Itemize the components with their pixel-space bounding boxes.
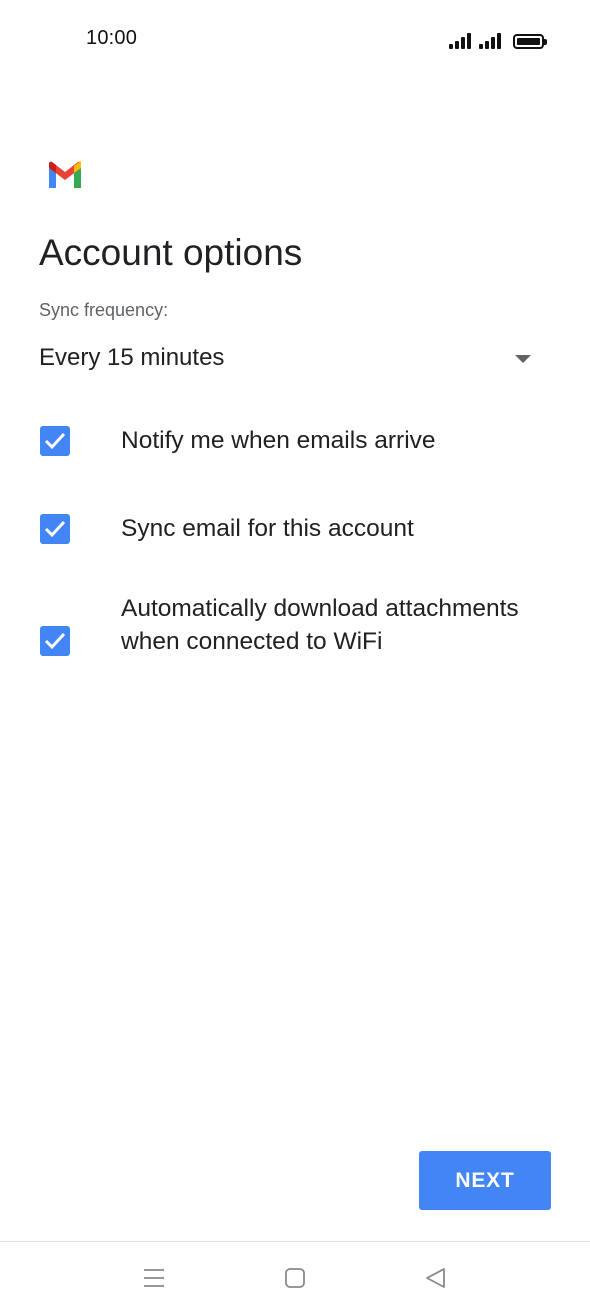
page-title: Account options [39, 232, 303, 273]
dropdown-arrow-icon [515, 355, 531, 363]
option-sync-email[interactable]: Sync email for this account [39, 512, 559, 548]
auto-download-label: Automatically download attachments when … [121, 595, 519, 655]
notify-label: Notify me when emails arrive [121, 427, 436, 454]
navigation-bar [0, 1241, 590, 1313]
auto-download-checkbox[interactable] [40, 626, 70, 656]
next-button[interactable]: NEXT [419, 1151, 551, 1210]
signal-icon [449, 33, 471, 49]
gmail-logo [46, 160, 84, 190]
sync-email-label: Sync email for this account [121, 515, 414, 542]
signal-icon [479, 33, 501, 49]
option-notify[interactable]: Notify me when emails arrive [39, 424, 559, 460]
option-auto-download[interactable]: Automatically download attachments when … [39, 591, 559, 693]
status-bar: 10:00 [0, 0, 590, 80]
sync-frequency-dropdown[interactable]: Every 15 minutes [39, 338, 539, 382]
sync-email-checkbox[interactable] [40, 514, 70, 544]
checkmark-icon [44, 632, 66, 650]
notify-checkbox[interactable] [40, 426, 70, 456]
checkmark-icon [44, 432, 66, 450]
sync-frequency-value: Every 15 minutes [39, 344, 225, 371]
back-icon[interactable] [422, 1264, 450, 1292]
status-icons [449, 29, 547, 49]
checkmark-icon [44, 520, 66, 538]
home-icon[interactable] [281, 1264, 309, 1292]
sync-frequency-label: Sync frequency: [39, 300, 169, 320]
battery-icon [513, 34, 547, 49]
menu-icon[interactable] [140, 1264, 168, 1292]
status-time: 10:00 [86, 27, 138, 49]
